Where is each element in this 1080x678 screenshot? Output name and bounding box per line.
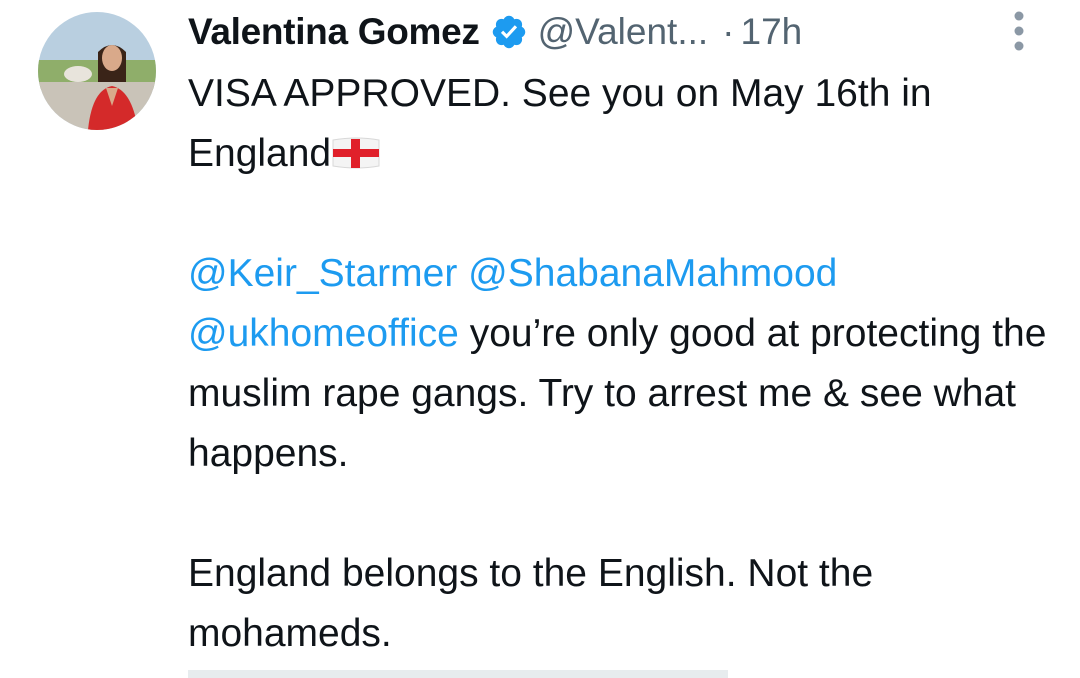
timestamp[interactable]: 17h (741, 11, 803, 53)
tweet-header: Valentina Gomez @Valent... · 17h (188, 8, 802, 56)
mention-ukhomeoffice[interactable]: @ukhomeoffice (188, 312, 459, 355)
england-flag-emoji (332, 137, 380, 169)
author-name[interactable]: Valentina Gomez (188, 11, 480, 53)
mention-shabana-mahmood[interactable]: @ShabanaMahmood (468, 252, 837, 295)
separator-dot: · (722, 11, 735, 52)
divider (188, 670, 728, 678)
more-vertical-icon[interactable] (1004, 10, 1034, 52)
tweet-paragraph-2: @Keir_Starmer @ShabanaMahmood @ukhomeoff… (188, 252, 1047, 475)
mention-keir-starmer[interactable]: @Keir_Starmer (188, 252, 457, 295)
author-handle[interactable]: @Valent... (538, 11, 709, 53)
tweet-paragraph-3: England belongs to the English. Not the … (188, 552, 874, 655)
avatar[interactable] (38, 12, 156, 130)
tweet-paragraph-1: VISA APPROVED. See you on May 16th in En… (188, 72, 932, 175)
verified-badge-icon[interactable] (490, 13, 528, 51)
tweet-text: VISA APPROVED. See you on May 16th in En… (188, 64, 1068, 664)
